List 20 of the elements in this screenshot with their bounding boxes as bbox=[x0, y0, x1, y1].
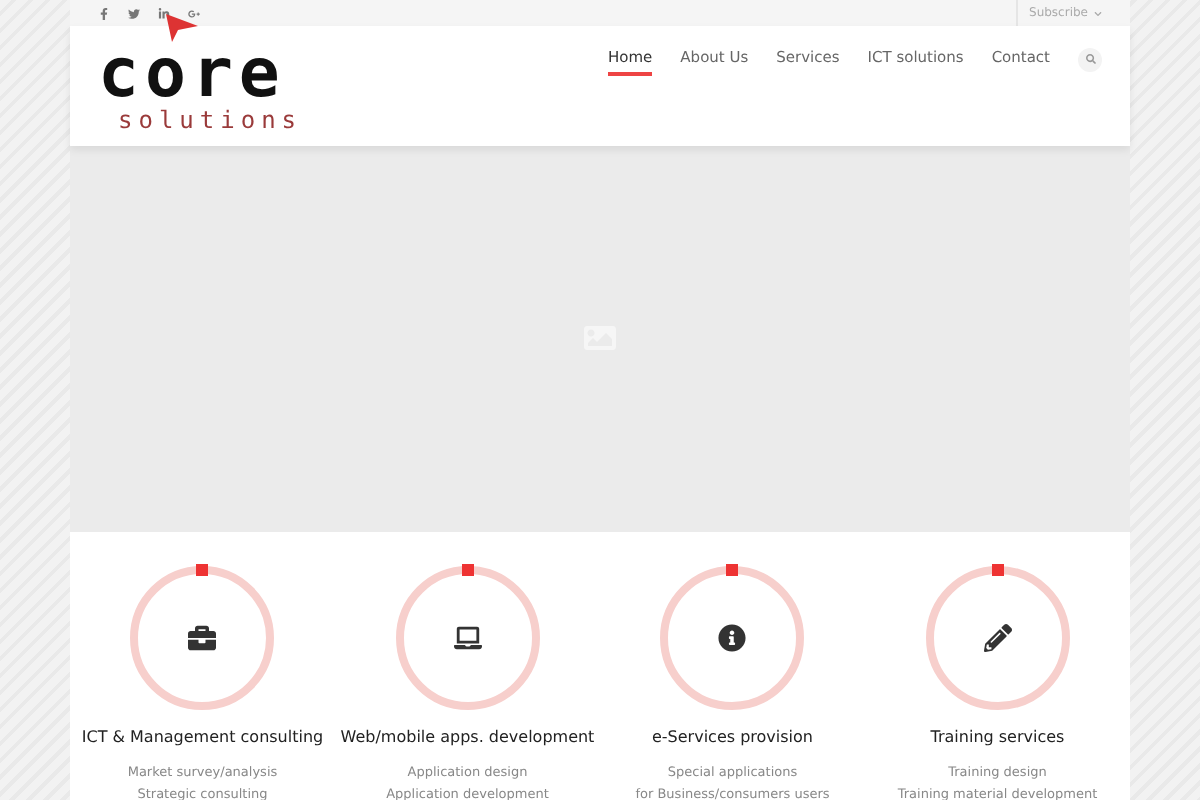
linkedin-icon[interactable] bbox=[158, 7, 170, 19]
info-icon bbox=[718, 624, 747, 652]
facebook-icon[interactable] bbox=[98, 7, 110, 19]
service-title: ICT & Management consulting bbox=[81, 728, 324, 746]
service-title: e-Services provision bbox=[652, 728, 813, 746]
arrow-icon bbox=[166, 13, 198, 42]
laptop-icon bbox=[453, 624, 482, 652]
service-title: Web/mobile apps. development bbox=[340, 728, 595, 746]
progress-marker bbox=[726, 564, 739, 576]
pencil-icon bbox=[983, 624, 1012, 652]
progress-marker bbox=[991, 564, 1004, 576]
search-icon[interactable] bbox=[1078, 47, 1102, 72]
service-title: Training services bbox=[930, 728, 1065, 746]
logo-tagline: solutions bbox=[118, 107, 303, 132]
progress-marker bbox=[196, 564, 209, 576]
briefcase-icon bbox=[188, 624, 217, 652]
progress-marker bbox=[461, 564, 474, 576]
twitter-icon[interactable] bbox=[128, 7, 140, 19]
logo-text: core bbox=[98, 39, 286, 108]
google-plus-icon[interactable] bbox=[188, 7, 200, 19]
